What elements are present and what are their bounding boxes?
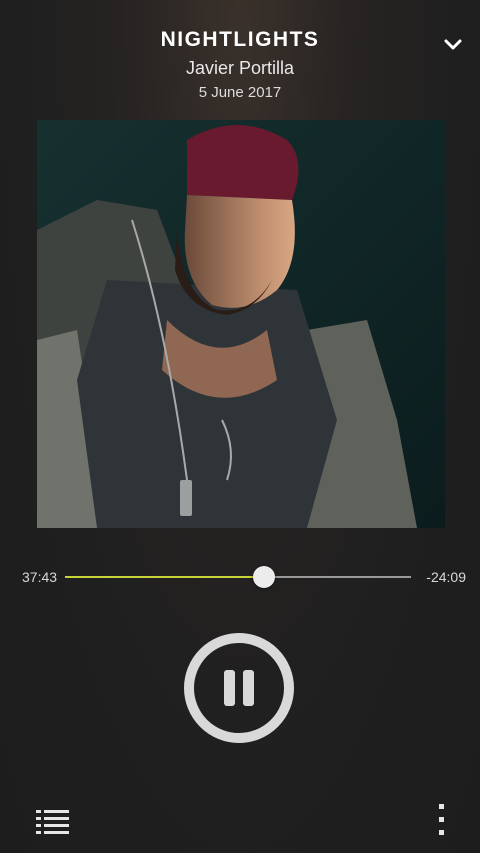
chevron-down-icon (444, 39, 462, 50)
album-art (37, 120, 445, 528)
track-artist: Javier Portilla (185, 58, 295, 78)
more-options-button[interactable] (430, 802, 454, 838)
track-title: NIGHTLIGHTS (160, 28, 320, 51)
elapsed-time: 37:43 (22, 569, 58, 585)
track-date: 5 June 2017 (198, 84, 282, 101)
pause-icon (184, 633, 294, 743)
progress-bar[interactable]: 37:43 -24:09 (0, 560, 480, 594)
now-playing-header: NIGHTLIGHTS Javier Portilla 5 June 2017 (0, 0, 480, 120)
seek-thumb[interactable] (252, 566, 275, 588)
pause-button[interactable] (183, 632, 295, 744)
queue-button[interactable] (36, 806, 70, 838)
progress-fill (65, 576, 264, 578)
remaining-time: -24:09 (426, 569, 466, 585)
queue-list-icon (36, 810, 69, 834)
album-art-photo (37, 120, 445, 528)
more-vertical-icon (439, 804, 444, 835)
progress-track[interactable] (65, 566, 411, 588)
collapse-button[interactable] (438, 32, 468, 58)
